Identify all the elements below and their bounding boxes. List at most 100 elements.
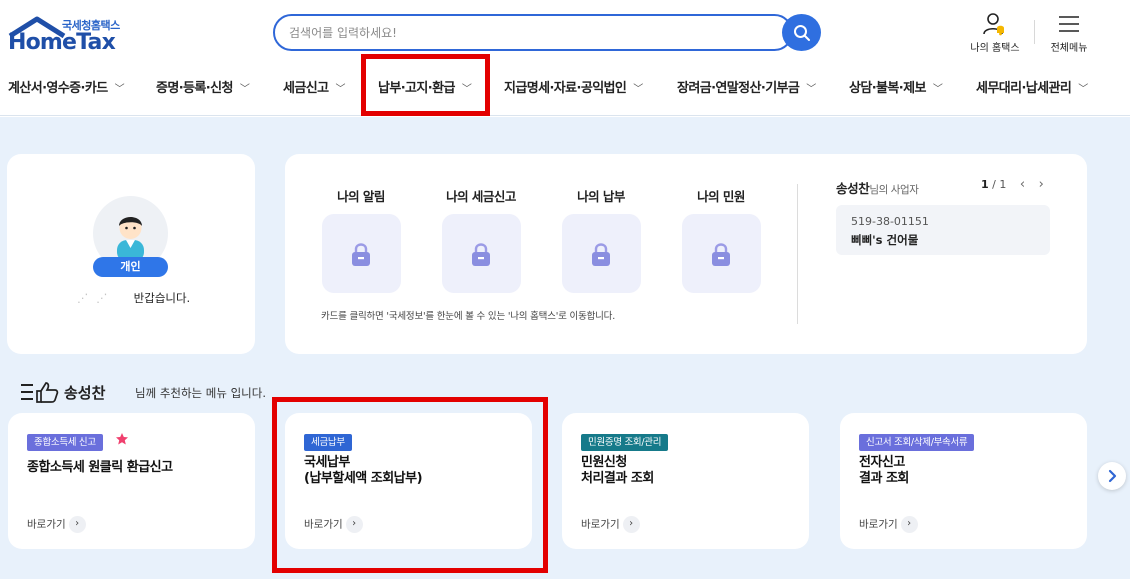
my-alerts-card[interactable]: 나의 알림 — [321, 186, 401, 293]
chevron-down-icon: ﹀ — [335, 84, 345, 95]
my-payment-label: 나의 납부 — [577, 189, 625, 204]
recommend-tag: 신고서 조회/삭제/부속서류 — [859, 434, 975, 451]
recommend-title: 전자신고 결과 조회 — [859, 455, 909, 487]
nav-label: 세금신고 — [283, 81, 329, 96]
nav-label: 장려금·연말정산·기부금 — [677, 81, 800, 96]
recommend-title-line1: 국세납부 — [304, 455, 350, 470]
go-link[interactable]: 바로가기 › — [304, 516, 363, 533]
chevron-down-icon: ﹀ — [239, 84, 250, 95]
my-alerts-box[interactable] — [321, 214, 401, 293]
carousel-next-button[interactable] — [1098, 462, 1126, 490]
recommend-title: 민원신청 처리결과 조회 — [581, 455, 654, 487]
lock-icon — [472, 242, 490, 266]
all-menu-button[interactable]: 전체메뉴 — [1044, 12, 1094, 54]
logo-title: HomeTax — [8, 30, 116, 55]
recommend-title-line2: 결과 조회 — [859, 471, 909, 486]
business-owner-name: 송성찬 — [836, 181, 870, 196]
nav-item-tax-agent[interactable]: 세무대리·납세관리 ﹀ — [976, 77, 1088, 96]
business-name: 삐삐's 건어물 — [851, 233, 919, 247]
my-payment-box[interactable] — [561, 214, 641, 293]
recommend-card[interactable]: 세금납부 국세납부 (납부할세액 조회납부) 바로가기 › — [285, 413, 532, 549]
my-tax-filing-box[interactable] — [441, 214, 521, 293]
star-icon — [116, 433, 128, 445]
go-label: 바로가기 — [27, 518, 66, 531]
my-hometax-hint: 카드를 클릭하면 '국세정보'를 한눈에 볼 수 있는 '나의 홈택스'로 이동… — [321, 311, 616, 322]
vertical-divider — [797, 184, 798, 324]
my-hometax-label: 나의 홈택스 — [970, 43, 1020, 54]
recommend-user-name: 송성찬 — [64, 384, 106, 402]
nav-item-payment-notice-refund[interactable]: 납부·고지·환급 ﹀ — [378, 77, 472, 96]
chevron-right-icon — [1108, 469, 1117, 483]
lock-icon — [352, 242, 370, 266]
hometax-logo[interactable]: 국세청홈택스 HomeTax — [8, 14, 126, 55]
go-link[interactable]: 바로가기 › — [581, 516, 640, 533]
util-divider — [1034, 20, 1035, 44]
recommend-heading-text: 님께 추천하는 메뉴 입니다. — [135, 386, 267, 400]
search-icon — [793, 24, 810, 41]
go-link[interactable]: 바로가기 › — [859, 516, 918, 533]
my-alerts-label: 나의 알림 — [337, 189, 385, 204]
business-number: 519-38-01151 — [851, 215, 929, 228]
nav-item-invoice-receipt-card[interactable]: 계산서·영수증·카드 ﹀ — [8, 77, 125, 96]
search-bar — [273, 14, 793, 51]
hamburger-menu-icon — [1059, 16, 1079, 32]
recommend-tag: 민원증명 조회/관리 — [581, 434, 669, 451]
all-menu-label: 전체메뉴 — [1050, 43, 1088, 54]
main-content: 개인 ⋰ ⋰ 반갑습니다. 나의 알림 나의 세금신고 나의 납부 나의 민원 — [0, 117, 1130, 579]
recommend-title-line2: (납부할세액 조회납부) — [304, 471, 423, 486]
my-civil-petition-label: 나의 민원 — [697, 189, 745, 204]
go-link[interactable]: 바로가기 › — [27, 516, 86, 533]
nav-label: 세무대리·납세관리 — [976, 81, 1072, 96]
chevron-down-icon: ﹀ — [1078, 84, 1088, 95]
thumbs-up-list-icon — [21, 382, 59, 403]
chevron-down-icon: ﹀ — [806, 84, 816, 95]
main-navigation: 계산서·영수증·카드 ﹀ 증명·등록·신청 ﹀ 세금신고 ﹀ 납부·고지·환급 ﹀ 지급… — [0, 70, 1130, 102]
chevron-right-icon[interactable]: › — [1039, 177, 1044, 192]
lock-icon — [712, 242, 730, 266]
my-civil-petition-box[interactable] — [681, 214, 761, 293]
business-item[interactable]: 519-38-01151 삐삐's 건어물 — [836, 205, 1050, 255]
search-button[interactable] — [782, 14, 821, 51]
nav-item-certificate-registration[interactable]: 증명·등록·신청 ﹀ — [156, 77, 250, 96]
recommend-title-line2: 처리결과 조회 — [581, 471, 654, 486]
chevron-left-icon[interactable]: ‹ — [1020, 177, 1025, 192]
my-hometax-button[interactable]: 나의 홈택스 — [966, 12, 1024, 54]
recommend-card[interactable]: 종합소득세 신고 종합소득세 원클릭 환급신고 바로가기 › — [8, 413, 255, 549]
go-label: 바로가기 — [304, 518, 343, 531]
nav-label: 지급명세·자료·공익법인 — [504, 81, 627, 96]
pager-total: / 1 — [992, 178, 1007, 191]
business-title: 송성찬님의 사업자 — [836, 178, 919, 197]
greeting-text: ⋰ ⋰ 반갑습니다. — [77, 290, 217, 306]
header: 국세청홈택스 HomeTax 나의 홈택스 — [0, 0, 1130, 116]
user-bell-icon — [983, 13, 1004, 36]
nav-label: 계산서·영수증·카드 — [8, 81, 108, 96]
chevron-right-icon: › — [68, 516, 86, 533]
chevron-down-icon: ﹀ — [932, 84, 943, 95]
nav-item-consult-appeal[interactable]: 상담·불복·제보 ﹀ — [849, 77, 943, 96]
my-civil-petition-card[interactable]: 나의 민원 — [681, 186, 761, 293]
person-type-badge: 개인 — [93, 257, 168, 277]
my-payment-card[interactable]: 나의 납부 — [561, 186, 641, 293]
chevron-down-icon: ﹀ — [633, 84, 643, 95]
business-pager: 1 / 1 ‹ › — [981, 177, 1044, 192]
chevron-right-icon: › — [622, 516, 640, 533]
chevron-down-icon: ﹀ — [461, 84, 472, 95]
my-tax-filing-card[interactable]: 나의 세금신고 — [441, 186, 521, 293]
go-label: 바로가기 — [859, 518, 898, 531]
recommend-title: 종합소득세 원클릭 환급신고 — [27, 460, 173, 476]
recommend-card[interactable]: 민원증명 조회/관리 민원신청 처리결과 조회 바로가기 › — [562, 413, 809, 549]
recommend-card[interactable]: 신고서 조회/삭제/부속서류 전자신고 결과 조회 바로가기 › — [840, 413, 1087, 549]
search-input[interactable] — [289, 24, 759, 42]
chevron-right-icon: › — [900, 516, 918, 533]
nav-label: 납부·고지·환급 — [378, 81, 455, 96]
greeting-label: 반갑습니다. — [133, 291, 191, 305]
nav-item-incentive-yearend[interactable]: 장려금·연말정산·기부금 ﹀ — [677, 77, 816, 96]
recommend-title-line1: 민원신청 — [581, 455, 627, 470]
masked-name: ⋰ ⋰ — [77, 291, 110, 305]
go-label: 바로가기 — [581, 518, 620, 531]
nav-item-tax-filing[interactable]: 세금신고 ﹀ — [283, 77, 345, 96]
nav-item-payment-statement[interactable]: 지급명세·자료·공익법인 ﹀ — [504, 77, 643, 96]
recommend-title-line1: 전자신고 — [859, 455, 905, 470]
business-title-suffix: 님의 사업자 — [869, 184, 919, 196]
recommend-tag: 종합소득세 신고 — [27, 434, 103, 451]
